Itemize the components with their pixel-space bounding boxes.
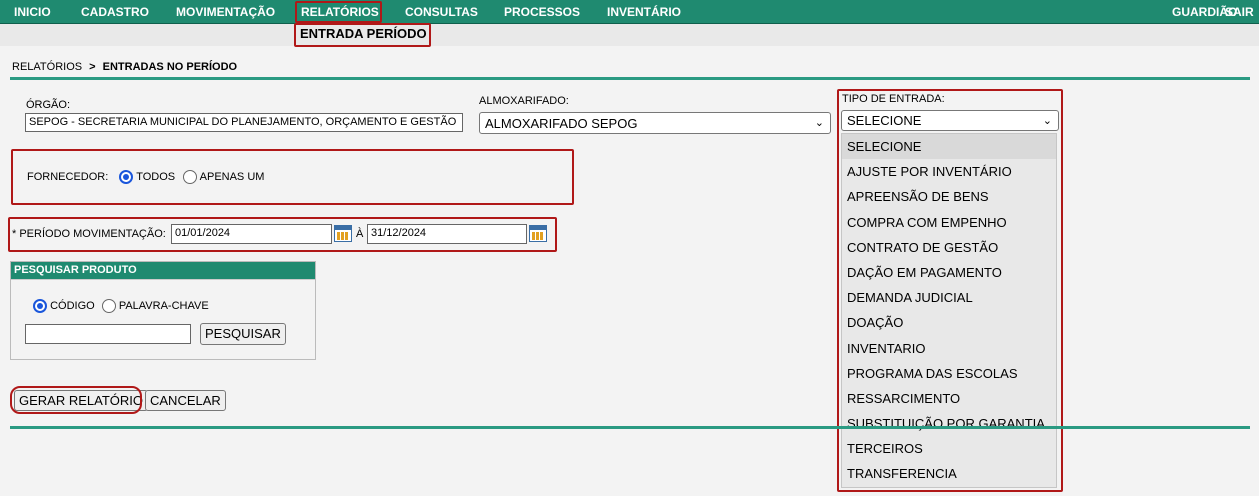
nav-inicio[interactable]: INICIO bbox=[14, 5, 51, 19]
nav-cadastro[interactable]: CADASTRO bbox=[81, 5, 149, 19]
orgao-label: ÓRGÃO: bbox=[26, 99, 71, 111]
nav-inventario[interactable]: INVENTÁRIO bbox=[607, 5, 681, 19]
breadcrumb-separator: > bbox=[89, 61, 96, 73]
codigo-label[interactable]: CÓDIGO bbox=[50, 300, 95, 312]
nav-movimentacao[interactable]: MOVIMENTAÇÃO bbox=[176, 5, 275, 19]
fornecedor-group: FORNECEDOR: TODOS APENAS UM bbox=[27, 170, 264, 184]
periodo-label: * PERÍODO MOVIMENTAÇÃO: bbox=[12, 228, 166, 240]
nav-processos[interactable]: PROCESSOS bbox=[504, 5, 580, 19]
submenu-bar bbox=[0, 24, 1259, 46]
periodo-start-input[interactable]: 01/01/2024 bbox=[171, 224, 332, 244]
fornecedor-label: FORNECEDOR: bbox=[27, 170, 109, 183]
codigo-radio[interactable] bbox=[33, 299, 47, 313]
highlight-relatorios bbox=[295, 1, 382, 23]
periodo-separator: À bbox=[356, 228, 364, 240]
pesquisar-options: CÓDIGO PALAVRA-CHAVE bbox=[33, 299, 209, 313]
top-nav-bar: INICIO CADASTRO MOVIMENTAÇÃO RELATÓRIOS … bbox=[0, 0, 1259, 24]
fornecedor-todos-label[interactable]: TODOS bbox=[136, 171, 175, 183]
breadcrumb-parent[interactable]: RELATÓRIOS bbox=[12, 61, 82, 73]
orgao-field[interactable]: SEPOG - SECRETARIA MUNICIPAL DO PLANEJAM… bbox=[25, 113, 463, 132]
pesquisar-button[interactable]: PESQUISAR bbox=[200, 323, 286, 345]
highlight-tipo-entrada bbox=[837, 89, 1063, 492]
periodo-end-input[interactable]: 31/12/2024 bbox=[367, 224, 527, 244]
highlight-submenu bbox=[294, 23, 431, 47]
pesquisar-produto-title: PESQUISAR PRODUTO bbox=[11, 262, 315, 280]
nav-sair[interactable]: SAIR bbox=[1225, 5, 1254, 19]
calendar-icon[interactable] bbox=[334, 225, 352, 242]
nav-consultas[interactable]: CONSULTAS bbox=[405, 5, 478, 19]
calendar-icon[interactable] bbox=[529, 225, 547, 242]
chevron-down-icon: ⌄ bbox=[814, 117, 824, 129]
breadcrumb-current: ENTRADAS NO PERÍODO bbox=[102, 61, 238, 73]
pesquisar-input[interactable] bbox=[25, 324, 191, 344]
highlight-gerar-relatorio bbox=[10, 386, 142, 414]
fornecedor-todos-radio[interactable] bbox=[119, 170, 134, 184]
fornecedor-apenas-um-label[interactable]: APENAS UM bbox=[200, 171, 265, 183]
palavra-chave-radio[interactable] bbox=[101, 299, 116, 313]
almoxarifado-label: ALMOXARIFADO: bbox=[479, 95, 569, 107]
divider-top bbox=[10, 77, 1250, 80]
palavra-chave-label[interactable]: PALAVRA-CHAVE bbox=[119, 300, 209, 312]
almoxarifado-value: ALMOXARIFADO SEPOG bbox=[485, 116, 638, 131]
breadcrumb: RELATÓRIOS > ENTRADAS NO PERÍODO bbox=[12, 61, 237, 73]
divider-bottom bbox=[10, 426, 1250, 429]
cancel-button[interactable]: CANCELAR bbox=[145, 390, 226, 411]
pesquisar-produto-panel: PESQUISAR PRODUTO CÓDIGO PALAVRA-CHAVE P… bbox=[10, 261, 316, 360]
fornecedor-apenas-um-radio[interactable] bbox=[183, 170, 198, 184]
almoxarifado-select[interactable]: ALMOXARIFADO SEPOG ⌄ bbox=[479, 112, 831, 134]
